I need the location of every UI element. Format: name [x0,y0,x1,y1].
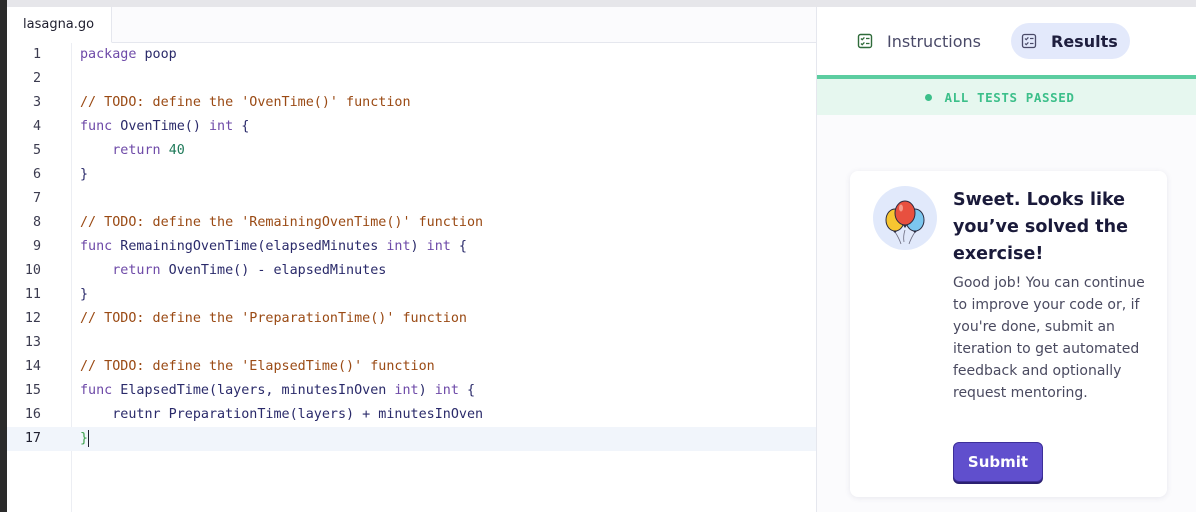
line-number: 14 [24,359,41,374]
top-border [7,0,1196,7]
line-number: 7 [32,191,41,206]
success-title: Sweet. Looks like you’ve solved the exer… [953,190,1128,264]
line-number: 13 [24,335,41,350]
code-line[interactable]: 6} [7,163,816,187]
panel-tabs: Instructions Results [817,7,1196,75]
code-line[interactable]: 7 [7,187,816,211]
status-dot-icon [925,93,933,101]
code-text[interactable]: package poop [80,43,177,67]
code-line[interactable]: 17} [7,427,816,451]
tab-results-label: Results [1051,31,1118,51]
code-text[interactable]: // TODO: define the 'OvenTime()' functio… [80,91,411,115]
line-number: 9 [32,239,41,254]
line-number: 10 [24,263,41,278]
results-panel: Instructions Results ALL TESTS PASSED Sw… [816,7,1196,512]
code-line[interactable]: 12 // TODO: define the 'PreparationTime()… [7,307,816,331]
line-number: 6 [32,167,41,182]
tab-instructions[interactable]: Instructions [847,23,993,59]
text-cursor [88,429,90,447]
line-number: 11 [24,287,41,302]
code-line[interactable]: 15 func ElapsedTime(layers, minutesInOven… [7,379,816,403]
code-text[interactable]: return 40 [80,139,185,163]
code-text[interactable]: } [80,427,90,451]
line-number: 3 [32,95,41,110]
code-line[interactable]: 13 [7,331,816,355]
code-text[interactable]: func OvenTime() int { [80,115,249,139]
code-line[interactable]: 14 // TODO: define the 'ElapsedTime()' fu… [7,355,816,379]
window-edge [0,0,7,512]
line-number: 2 [32,71,41,86]
success-message: Good job! You can continue to improve yo… [953,275,1145,401]
success-card: Sweet. Looks like you’ve solved the exer… [850,171,1167,497]
line-number: 1 [32,47,41,62]
line-number: 15 [24,383,41,398]
balloons-icon [873,186,937,250]
code-line[interactable]: 10 return OvenTime() - elapsedMinutes [7,259,816,283]
results-icon [1021,33,1037,49]
code-text[interactable]: // TODO: define the 'ElapsedTime()' func… [80,355,435,379]
code-line[interactable]: 4 func OvenTime() int { [7,115,816,139]
line-number: 5 [32,143,41,158]
code-text[interactable]: return OvenTime() - elapsedMinutes [80,259,386,283]
code-line[interactable]: 16 reutnr PreparationTime(layers) + minu… [7,403,816,427]
code-editor[interactable]: lasagna.go 1 package poop 2 3 // TODO: defin… [7,7,816,512]
file-tab-lasagna[interactable]: lasagna.go [7,7,112,43]
test-status-banner: ALL TESTS PASSED [817,79,1196,115]
code-text[interactable]: reutnr PreparationTime(layers) + minutes… [80,403,483,427]
code-text[interactable]: } [80,163,88,187]
editor-tabbar: lasagna.go [7,7,816,43]
code-text[interactable]: func RemainingOvenTime(elapsedMinutes in… [80,235,467,259]
submit-button[interactable]: Submit [953,442,1043,482]
code-text[interactable]: // TODO: define the 'RemainingOvenTime()… [80,211,483,235]
line-number: 17 [24,431,41,446]
tab-results[interactable]: Results [1011,23,1130,59]
line-number: 8 [32,215,41,230]
code-line[interactable]: 9 func RemainingOvenTime(elapsedMinutes i… [7,235,816,259]
test-status-text: ALL TESTS PASSED [944,89,1075,105]
code-text[interactable]: func ElapsedTime(layers, minutesInOven i… [80,379,475,403]
code-line[interactable]: 5 return 40 [7,139,816,163]
code-line[interactable]: 1 package poop [7,43,816,67]
line-number: 4 [32,119,41,134]
checklist-icon [857,33,873,49]
line-number: 12 [24,311,41,326]
tab-instructions-label: Instructions [887,31,981,51]
code-area[interactable]: 1 package poop 2 3 // TODO: define the 'Oven… [7,43,816,451]
code-line[interactable]: 3 // TODO: define the 'OvenTime()' functi… [7,91,816,115]
code-text[interactable]: } [80,283,88,307]
code-line[interactable]: 8 // TODO: define the 'RemainingOvenTime(… [7,211,816,235]
code-text[interactable]: // TODO: define the 'PreparationTime()' … [80,307,467,331]
code-line[interactable]: 11} [7,283,816,307]
code-line[interactable]: 2 [7,67,816,91]
line-number: 16 [24,407,41,422]
